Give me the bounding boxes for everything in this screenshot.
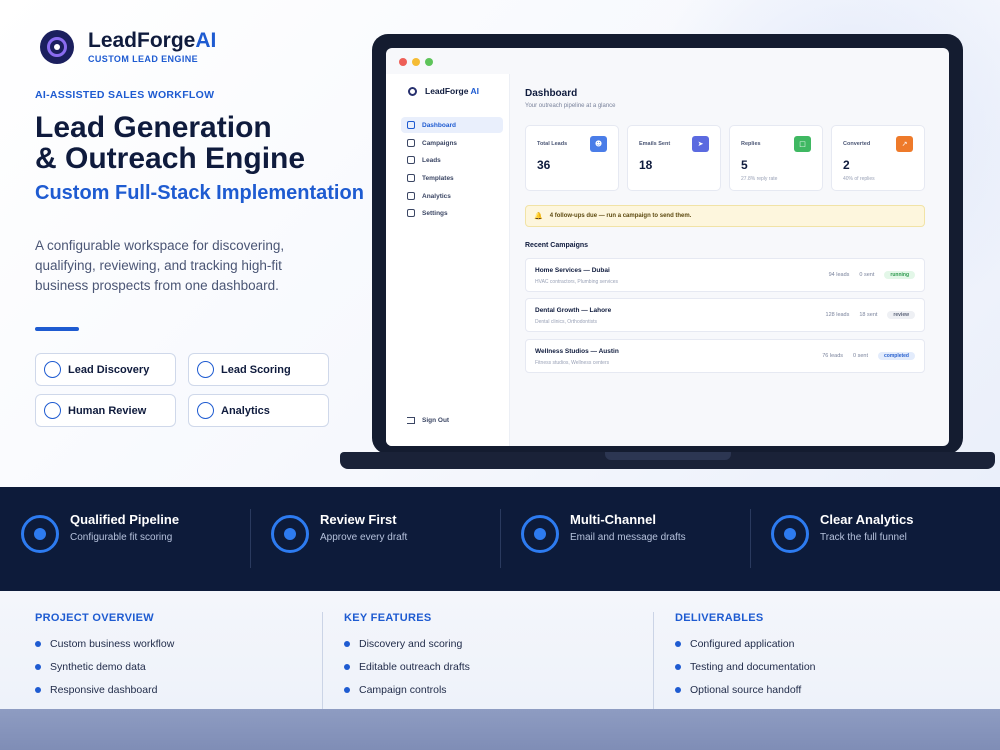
pill-lead-scoring: Lead Scoring: [188, 353, 329, 386]
divider: [750, 509, 751, 568]
window-controls: [399, 58, 433, 66]
brand: LeadForgeAI CUSTOM LEAD ENGINE: [40, 30, 216, 64]
headline-line-2: & Outreach Engine: [35, 142, 306, 175]
campaign-row[interactable]: Dental Growth — Lahore Dental clinics, O…: [525, 298, 925, 332]
target-icon: [271, 515, 309, 553]
bar-chart-icon: [407, 192, 415, 200]
target-icon: [521, 515, 559, 553]
dashboard-main: Dashboard Your outreach pipeline at a gl…: [510, 74, 949, 446]
app-window: LeadForge AI Dashboard Campaigns Leads Te…: [386, 48, 949, 446]
app-brand: LeadForge AI: [408, 86, 479, 96]
bell-icon: 🔔: [534, 212, 543, 220]
eyebrow-label: AI-ASSISTED SALES WORKFLOW: [35, 89, 215, 101]
list-item: Custom business workflow: [35, 638, 174, 650]
sidebar-item-campaigns[interactable]: Campaigns: [401, 135, 503, 151]
sign-out-icon: [407, 417, 415, 424]
target-logo-icon: [408, 86, 417, 96]
status-badge: running: [884, 271, 915, 279]
send-icon: ➤: [692, 136, 709, 152]
sign-out-button[interactable]: Sign Out: [407, 417, 449, 424]
status-badge: completed: [877, 352, 915, 360]
sidebar-item-templates[interactable]: Templates: [401, 170, 503, 186]
divider: [500, 509, 501, 568]
feature-band: Qualified Pipeline Configurable fit scor…: [0, 487, 1000, 591]
sidebar-item-leads[interactable]: Leads: [401, 152, 503, 168]
footer-strip: [0, 709, 1000, 750]
stat-value: 5: [741, 158, 748, 172]
minimize-window-dot[interactable]: [412, 58, 420, 66]
column-heading: DELIVERABLES: [675, 612, 764, 624]
stat-card-replies: Replies 5 27.8% reply rate □: [729, 125, 823, 191]
brand-name-suffix: AI: [195, 29, 217, 52]
headline-line-1: Lead Generation: [35, 111, 272, 144]
pill-analytics: Analytics: [188, 394, 329, 427]
megaphone-icon: [407, 139, 415, 147]
sidebar-item-analytics[interactable]: Analytics: [401, 188, 503, 204]
brand-tagline: CUSTOM LEAD ENGINE: [88, 54, 199, 64]
target-icon: [771, 515, 809, 553]
circle-icon: [44, 361, 61, 378]
list-item: Responsive dashboard: [35, 684, 157, 696]
pill-lead-discovery: Lead Discovery: [35, 353, 176, 386]
maximize-window-dot[interactable]: [425, 58, 433, 66]
info-columns: PROJECT OVERVIEW Custom business workflo…: [0, 591, 1000, 709]
circle-icon: [44, 402, 61, 419]
stat-note: 40% of replies: [843, 176, 875, 182]
page-title: Dashboard: [525, 88, 578, 99]
list-item: Discovery and scoring: [344, 638, 462, 650]
list-item: Configured application: [675, 638, 795, 650]
page-subtitle: Your outreach pipeline at a glance: [525, 103, 616, 109]
brand-name: LeadForgeAI: [88, 29, 217, 52]
app-sidebar: LeadForge AI Dashboard Campaigns Leads Te…: [386, 74, 510, 446]
list-item: Editable outreach drafts: [344, 661, 470, 673]
campaign-row[interactable]: Home Services — Dubai HVAC contractors, …: [525, 258, 925, 292]
circle-icon: [197, 361, 214, 378]
users-icon: ☻: [590, 136, 607, 152]
headline: Lead Generation & Outreach Engine: [35, 112, 305, 174]
close-window-dot[interactable]: [399, 58, 407, 66]
column-heading: PROJECT OVERVIEW: [35, 612, 154, 624]
list-item: Campaign controls: [344, 684, 447, 696]
message-icon: □: [794, 136, 811, 152]
pill-human-review: Human Review: [35, 394, 176, 427]
trend-up-icon: ↗: [896, 136, 913, 152]
gear-icon: [407, 209, 415, 217]
divider: [653, 612, 654, 718]
target-icon: [21, 515, 59, 553]
column-heading: KEY FEATURES: [344, 612, 432, 624]
divider: [250, 509, 251, 568]
hero-description: A configurable workspace for discovering…: [35, 238, 285, 293]
recent-campaigns-heading: Recent Campaigns: [525, 242, 589, 249]
hero-section: LeadForgeAI CUSTOM LEAD ENGINE AI-ASSIST…: [0, 0, 1000, 487]
list-item: Testing and documentation: [675, 661, 816, 673]
target-logo-icon: [40, 30, 74, 64]
campaign-row[interactable]: Wellness Studios — Austin Fitness studio…: [525, 339, 925, 373]
laptop-notch: [605, 452, 731, 460]
subheadline: Custom Full-Stack Implementation: [35, 182, 364, 204]
stat-card-emails-sent: Emails Sent 18 ➤: [627, 125, 721, 191]
sidebar-item-settings[interactable]: Settings: [401, 205, 503, 221]
stat-note: 27.8% reply rate: [741, 176, 778, 182]
list-item: Optional source handoff: [675, 684, 801, 696]
stat-value: 36: [537, 158, 551, 172]
stat-value: 18: [639, 158, 653, 172]
stat-value: 2: [843, 158, 850, 172]
divider: [322, 612, 323, 718]
stat-card-total-leads: Total Leads 36 ☻: [525, 125, 619, 191]
status-badge: review: [887, 311, 915, 319]
document-icon: [407, 174, 415, 182]
accent-divider: [35, 327, 79, 331]
stat-card-converted: Converted 2 40% of replies ↗: [831, 125, 925, 191]
sidebar-item-dashboard[interactable]: Dashboard: [401, 117, 503, 133]
users-icon: [407, 156, 415, 164]
grid-icon: [407, 121, 415, 129]
list-item: Synthetic demo data: [35, 661, 146, 673]
circle-icon: [197, 402, 214, 419]
follow-up-alert[interactable]: 🔔 4 follow-ups due — run a campaign to s…: [525, 205, 925, 227]
